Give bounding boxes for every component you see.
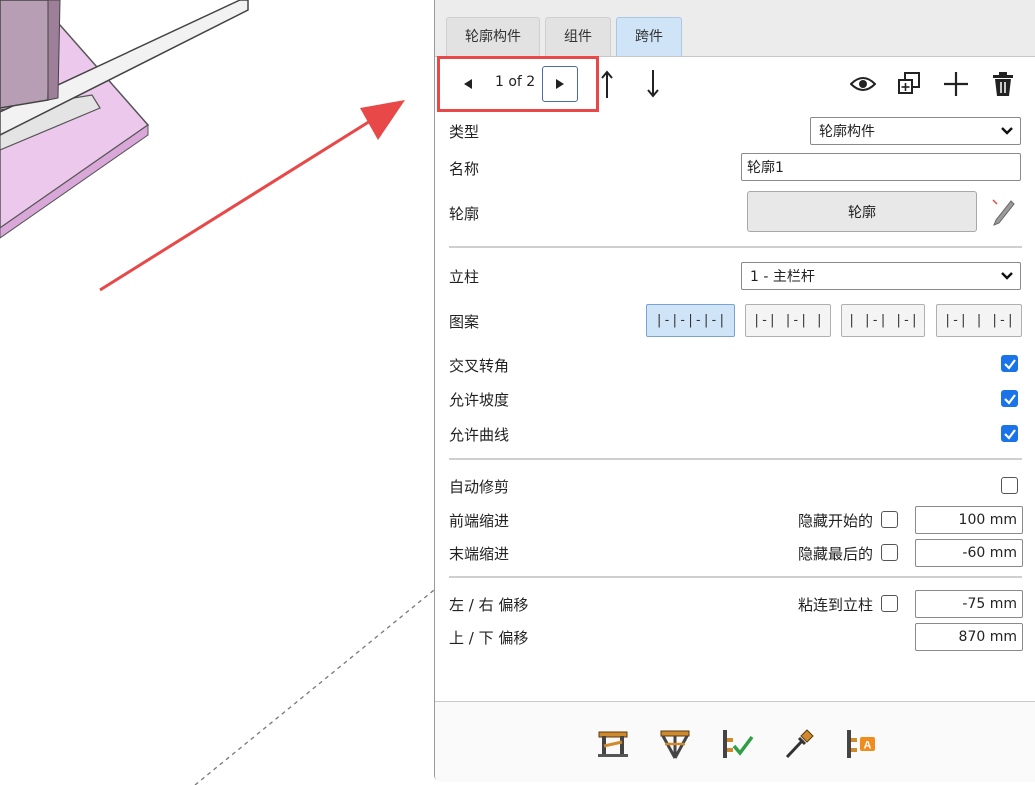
visibility-button[interactable] — [849, 72, 877, 96]
pattern-option-2[interactable]: |-| |-| | — [745, 304, 831, 337]
ud-offset-label: 上 / 下 偏移 — [449, 629, 529, 647]
section-divider — [449, 458, 1022, 460]
profile-label: 轮廓 — [449, 205, 480, 223]
tab-bar: 轮廓构件 组件 跨件 — [435, 0, 1035, 57]
cross-corners-checkbox[interactable] — [1001, 355, 1018, 372]
tab-component[interactable]: 组件 — [545, 17, 611, 56]
properties-panel: 轮廓构件 组件 跨件 1 of 2 类型 轮廓构件 名称 轮廓1 轮廓 轮廓 立… — [434, 0, 1035, 782]
lr-offset-input[interactable]: -75 mm — [915, 590, 1023, 618]
profile-button[interactable]: 轮廓 — [747, 191, 977, 232]
eye-icon — [850, 77, 876, 91]
post-side — [47, 0, 61, 101]
name-label: 名称 — [449, 160, 480, 178]
hide-start-label: 隐藏开始的 — [797, 512, 873, 530]
triangle-left-icon — [464, 79, 472, 89]
section-divider — [449, 576, 1022, 578]
chevron-down-icon — [1001, 127, 1013, 135]
eyedropper-icon[interactable] — [779, 724, 819, 764]
next-button[interactable] — [542, 66, 578, 102]
end-indent-input[interactable]: -60 mm — [915, 539, 1023, 567]
start-indent-input[interactable]: 100 mm — [915, 506, 1023, 534]
post-select-value: 1 - 主栏杆 — [750, 269, 815, 285]
allow-curve-label: 允许曲线 — [449, 426, 510, 444]
svg-text:A: A — [864, 740, 872, 752]
page-indicator: 1 of 2 — [495, 74, 536, 90]
dashed-guide-line — [194, 589, 434, 785]
checkmark-icon — [1004, 429, 1016, 440]
auto-trim-checkbox[interactable] — [1001, 477, 1018, 494]
add-button[interactable] — [942, 70, 970, 98]
allow-slope-checkbox[interactable] — [1001, 390, 1018, 407]
post-label: 立柱 — [449, 268, 480, 286]
attach-post-checkbox[interactable] — [881, 595, 898, 612]
auto-trim-label: 自动修剪 — [449, 478, 510, 496]
pattern-label: 图案 — [449, 313, 480, 331]
railing-tool-icon[interactable] — [593, 724, 633, 764]
hide-start-checkbox[interactable] — [881, 511, 898, 528]
arrow-down-icon — [647, 70, 659, 98]
trash-icon — [993, 72, 1013, 96]
move-down-button[interactable] — [643, 68, 663, 100]
type-select-value: 轮廓构件 — [819, 124, 875, 140]
annotation-arrow-line — [99, 116, 376, 292]
ud-offset-input[interactable]: 870 mm — [915, 623, 1023, 651]
pattern-option-3[interactable]: | |-| |-| — [841, 304, 925, 337]
delete-button[interactable] — [989, 70, 1017, 98]
post-select[interactable]: 1 - 主栏杆 — [741, 262, 1021, 290]
end-indent-label: 末端缩进 — [449, 545, 510, 563]
chevron-down-icon — [1001, 272, 1013, 280]
railing-check-icon[interactable] — [717, 724, 757, 764]
tab-profile-member[interactable]: 轮廓构件 — [446, 17, 540, 56]
post-body — [0, 0, 51, 109]
viewport-scene — [0, 0, 434, 785]
allow-slope-label: 允许坡度 — [449, 391, 510, 409]
type-label: 类型 — [449, 123, 480, 141]
hide-end-label: 隐藏最后的 — [797, 545, 873, 563]
name-input[interactable]: 轮廓1 — [741, 153, 1021, 181]
allow-curve-checkbox[interactable] — [1001, 425, 1018, 442]
duplicate-icon — [898, 72, 920, 94]
attach-post-label: 粘连到立柱 — [797, 596, 873, 614]
duplicate-button[interactable] — [895, 70, 923, 98]
lr-offset-label: 左 / 右 偏移 — [449, 596, 529, 614]
railing-fan-icon[interactable] — [655, 724, 695, 764]
pattern-option-4[interactable]: |-| | |-| — [936, 304, 1022, 337]
move-up-button[interactable] — [597, 68, 617, 100]
checkmark-icon — [1004, 394, 1016, 405]
pattern-option-1[interactable]: |-|-|-|-| — [646, 304, 735, 337]
arrow-up-icon — [601, 70, 613, 98]
pencil-icon — [992, 199, 1015, 226]
checkmark-icon — [1004, 359, 1016, 370]
tab-span[interactable]: 跨件 — [616, 17, 682, 56]
edit-profile-button[interactable] — [990, 197, 1016, 227]
railing-label-icon[interactable]: A — [841, 724, 881, 764]
footer-toolbar: A — [435, 701, 1035, 782]
type-select[interactable]: 轮廓构件 — [810, 117, 1021, 145]
hide-end-checkbox[interactable] — [881, 544, 898, 561]
annotation-arrow-head — [360, 100, 405, 140]
prev-button[interactable] — [459, 74, 477, 94]
cross-corners-label: 交叉转角 — [449, 357, 510, 375]
plus-icon — [944, 72, 968, 96]
triangle-right-icon — [556, 79, 564, 89]
start-indent-label: 前端缩进 — [449, 512, 510, 530]
section-divider — [449, 246, 1022, 248]
